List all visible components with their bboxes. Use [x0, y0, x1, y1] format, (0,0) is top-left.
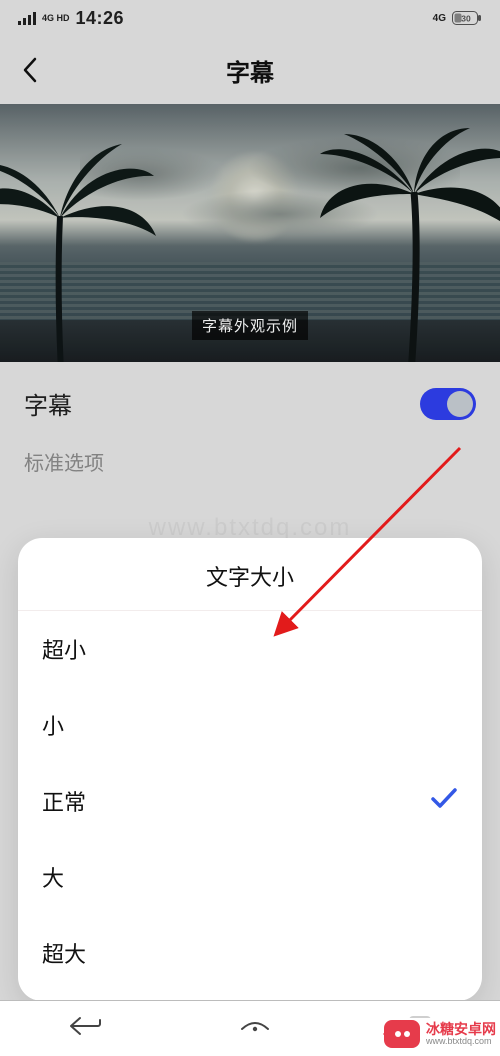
dialog-title: 文字大小: [18, 538, 482, 611]
header: 字幕: [0, 36, 500, 104]
status-left: 4G HD 14:26: [18, 8, 124, 29]
option-label: 超小: [42, 633, 86, 665]
watermark-text-block: 冰糖安卓网 www.btxtdq.com: [426, 1022, 496, 1046]
subtitle-toggle-label: 字幕: [24, 386, 72, 421]
option-label: 正常: [42, 785, 86, 817]
text-size-dialog: 文字大小 超小 小 正常 大 超大: [18, 538, 482, 1001]
status-right: 4G 30: [433, 11, 482, 25]
signal-icon: [18, 11, 36, 25]
nav-home-button[interactable]: [238, 1015, 272, 1042]
site-watermark: 冰糖安卓网 www.btxtdq.com: [380, 1018, 500, 1050]
battery-icon: 30: [452, 11, 482, 25]
network-right-label: 4G: [433, 13, 446, 24]
chevron-left-icon: [21, 56, 39, 84]
option-large[interactable]: 大: [18, 839, 482, 915]
option-extra-small[interactable]: 超小: [18, 611, 482, 687]
palm-right-graphic: [320, 128, 500, 362]
subtitle-preview: 字幕外观示例: [0, 104, 500, 362]
option-label: 大: [42, 861, 64, 893]
watermark-site: www.btxtdq.com: [426, 1037, 496, 1046]
watermark-text: 冰糖安卓网: [426, 1022, 496, 1037]
option-extra-large[interactable]: 超大: [18, 915, 482, 991]
option-label: 小: [42, 709, 64, 741]
palm-left-graphic: [0, 140, 156, 362]
clock: 14:26: [76, 8, 125, 29]
page-title: 字幕: [226, 53, 274, 88]
subtitle-toggle-row: 字幕: [0, 362, 500, 431]
check-icon: [430, 787, 458, 815]
option-small[interactable]: 小: [18, 687, 482, 763]
subtitle-toggle[interactable]: [420, 388, 476, 420]
nav-back-button[interactable]: [68, 1015, 102, 1042]
back-button[interactable]: [14, 54, 46, 86]
toggle-knob: [447, 391, 473, 417]
preview-caption: 字幕外观示例: [192, 311, 308, 340]
watermark-logo-icon: [384, 1020, 420, 1048]
option-label: 超大: [42, 937, 86, 969]
svg-text:30: 30: [461, 14, 471, 24]
status-bar: 4G HD 14:26 4G 30: [0, 0, 500, 36]
network-label: 4G HD: [42, 14, 70, 23]
standard-options-label: 标准选项: [0, 431, 500, 492]
option-normal[interactable]: 正常: [18, 763, 482, 839]
